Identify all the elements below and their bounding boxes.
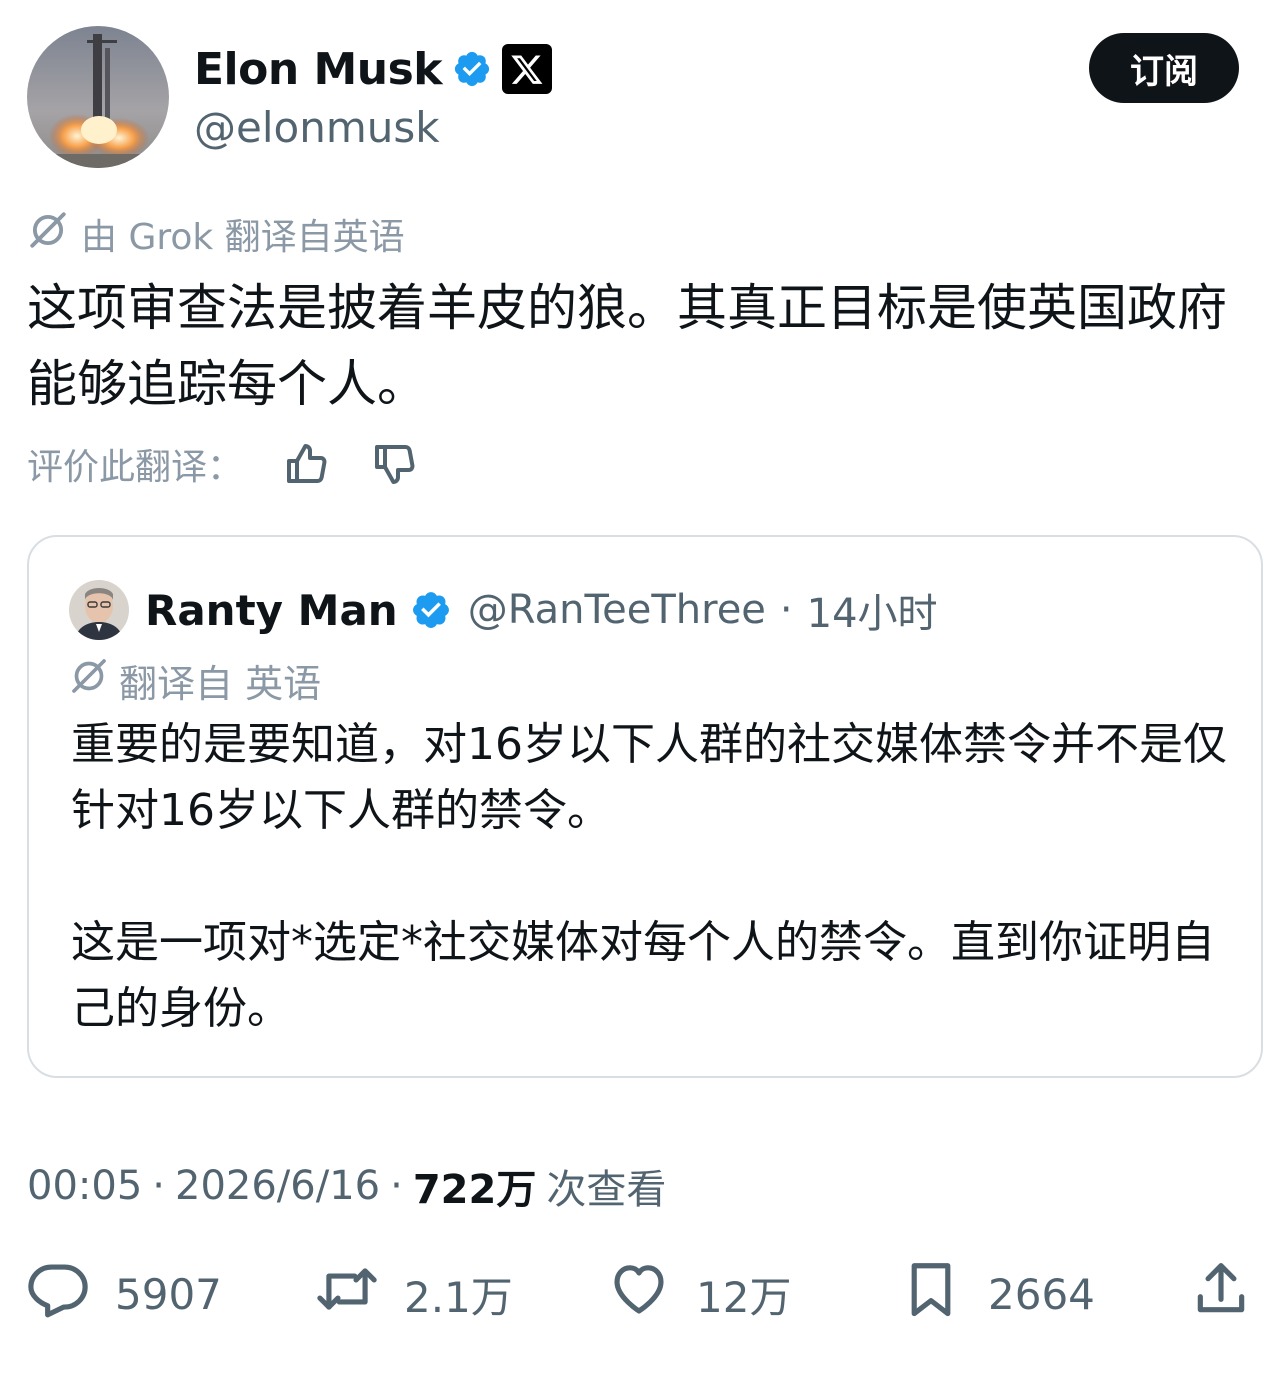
repost-button[interactable]: 2.1万 [316,1262,513,1326]
tweet-detail: Elon Musk @elonmusk 订阅 由 Grok 翻译自英语 这项审查… [0,0,1276,1394]
action-bar: 5907 2.1万 12万 2664 [0,1262,1276,1326]
bookmark-icon [900,1258,962,1330]
separator-dot: · [152,1163,165,1209]
author-display-name[interactable]: Elon Musk [194,44,443,95]
share-button[interactable] [1190,1262,1252,1326]
quoted-translation-note-text: 翻译自 英语 [119,661,322,706]
bookmark-count: 2664 [988,1269,1095,1319]
quoted-tweet-time[interactable]: 14小时 [807,581,938,639]
x-logo-icon[interactable] [502,44,553,94]
quoted-tweet-text: 重要的是要知道，对16岁以下人群的社交媒体禁令并不是仅针对16岁以下人群的禁令。… [71,712,1231,1042]
quoted-author-display-name[interactable]: Ranty Man [145,586,398,635]
share-icon [1190,1258,1252,1330]
quoted-tweet-paragraph: 重要的是要知道，对16岁以下人群的社交媒体禁令并不是仅针对16岁以下人群的禁令。 [71,719,1227,836]
quoted-author-handle[interactable]: @RanTeeThree [468,587,766,633]
tweet-time[interactable]: 00:05 [27,1163,142,1209]
verified-badge-icon[interactable] [452,49,492,89]
like-count: 12万 [696,1272,792,1322]
heart-icon [608,1258,670,1330]
verified-badge-icon[interactable] [410,589,452,631]
quoted-tweet-card[interactable]: Ranty Man @RanTeeThree · 14小时 翻译自 英语 重要的 [27,535,1263,1078]
author-avatar[interactable] [27,26,169,168]
rate-translation-label: 评价此翻译： [27,447,244,488]
quoted-translation-note: 翻译自 英语 [69,655,322,706]
author-handle[interactable]: @elonmusk [194,103,440,152]
subscribe-button[interactable]: 订阅 [1089,33,1239,103]
grok-icon [27,209,69,260]
tweet-text: 这项审查法是披着羊皮的狼。其真正目标是使英国政府能够追踪每个人。 [27,279,1227,413]
bookmark-button[interactable]: 2664 [900,1262,1095,1326]
separator-dot: · [779,587,793,633]
reply-button[interactable]: 5907 [27,1262,222,1326]
views-count[interactable]: 722万 [413,1157,537,1215]
reply-icon [27,1258,89,1330]
grok-translation-note: 由 Grok 翻译自英语 [27,210,405,258]
rate-translation-row: 评价此翻译： [27,438,419,490]
repost-count: 2.1万 [404,1272,513,1322]
thumbs-down-icon[interactable] [371,440,419,488]
quoted-author-avatar[interactable] [69,580,129,640]
repost-icon [316,1258,378,1330]
author-name-row: Elon Musk [194,40,553,98]
quoted-tweet-paragraph: 这是一项对*选定*社交媒体对每个人的禁令。直到你证明自己的身份。 [71,917,1215,1034]
reply-count: 5907 [115,1269,222,1319]
quoted-tweet-header: Ranty Man @RanTeeThree · 14小时 [69,579,938,641]
views-label: 次查看 [546,1167,667,1213]
translation-note-text: 由 Grok 翻译自英语 [81,217,405,258]
like-button[interactable]: 12万 [608,1262,791,1326]
separator-dot: · [390,1163,403,1209]
tweet-meta: 00:05 · 2026/6/16 · 722万 次查看 [27,1157,667,1215]
tweet-date[interactable]: 2026/6/16 [175,1163,380,1209]
grok-icon [69,656,109,705]
thumbs-up-icon[interactable] [283,440,331,488]
